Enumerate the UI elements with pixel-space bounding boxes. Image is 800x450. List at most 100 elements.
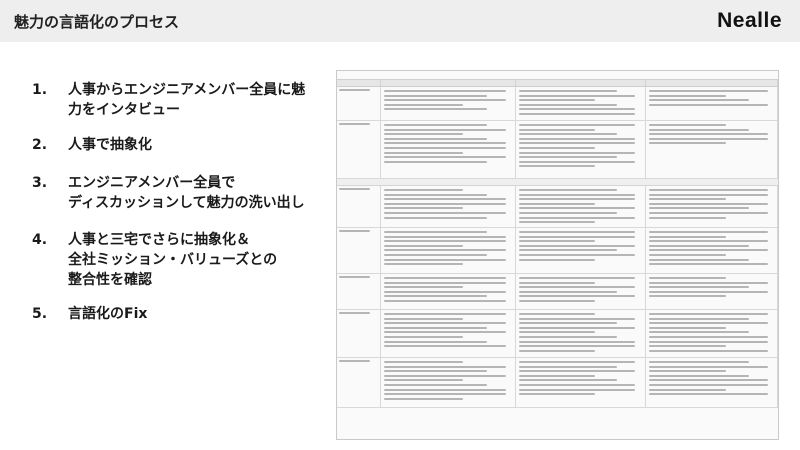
blurred-text-line xyxy=(648,142,727,145)
sheet-row xyxy=(337,310,778,358)
step-item: 2. 人事で抽象化 xyxy=(32,135,152,155)
blurred-text-line xyxy=(519,365,618,368)
sheet-cell xyxy=(516,121,646,178)
blurred-text-line xyxy=(648,258,749,261)
blurred-text-line xyxy=(648,281,768,284)
blurred-text-line xyxy=(648,198,727,201)
step-item: 3. エンジニアメンバー全員で ディスカッションして魅力の洗い出し xyxy=(32,173,305,213)
blurred-text-line xyxy=(519,277,636,279)
blurred-text-line xyxy=(383,160,487,163)
blurred-text-line xyxy=(519,137,636,140)
blurred-text-line xyxy=(648,322,768,325)
blurred-text-line xyxy=(383,299,506,302)
blurred-text-line xyxy=(383,151,464,154)
sheet-row xyxy=(337,358,778,408)
blurred-text-line xyxy=(648,393,768,396)
blurred-text-line xyxy=(648,103,768,106)
blurred-text-line xyxy=(519,207,636,210)
sheet-row xyxy=(337,121,778,179)
blurred-text-line xyxy=(519,133,618,136)
blurred-text-line xyxy=(519,211,618,214)
blurred-text-line xyxy=(519,388,636,391)
blurred-text-line xyxy=(519,90,618,92)
sheet-cell xyxy=(381,358,517,407)
blurred-text-line xyxy=(519,198,636,201)
sheet-cell xyxy=(646,310,778,357)
blurred-text-line xyxy=(519,286,636,289)
blurred-text-line xyxy=(519,335,618,338)
step-text: 人事からエンジニアメンバー全員に魅 力をインタビュー xyxy=(68,82,306,118)
sheet-cell xyxy=(381,310,517,357)
blurred-text-line xyxy=(383,388,506,391)
blurred-text-line xyxy=(519,249,618,252)
blurred-text-line xyxy=(383,137,487,140)
slide-header: 魅力の言語化のプロセス Nealle xyxy=(0,0,800,42)
blurred-text-line xyxy=(383,322,506,325)
blurred-text-line xyxy=(383,383,487,386)
blurred-text-line xyxy=(648,128,749,131)
blurred-text-line xyxy=(519,290,618,293)
blurred-text-line xyxy=(519,94,636,97)
blurred-text-line xyxy=(519,103,618,106)
blurred-text-line xyxy=(519,374,596,377)
sheet-row xyxy=(337,87,778,121)
brand-logo: Nealle xyxy=(717,9,782,32)
blurred-text-line xyxy=(519,370,636,373)
blurred-text-line xyxy=(648,361,749,363)
blurred-text-line xyxy=(519,156,618,159)
spreadsheet-screenshot xyxy=(336,70,779,440)
blurred-text-line xyxy=(648,263,768,266)
blurred-text-line xyxy=(383,142,506,145)
blurred-text-line xyxy=(519,193,636,196)
blurred-text-line xyxy=(383,361,464,363)
blurred-text-line xyxy=(383,231,487,233)
blurred-text-line xyxy=(519,99,596,102)
sheet-cell xyxy=(516,186,646,227)
blurred-text-line xyxy=(648,331,749,334)
blurred-text-line xyxy=(648,216,727,219)
blurred-text-line xyxy=(648,286,749,289)
blurred-text-line xyxy=(519,112,636,115)
blurred-text-line xyxy=(383,249,506,252)
blurred-text-line xyxy=(519,231,636,233)
sheet-cell xyxy=(646,121,778,178)
blurred-text-line xyxy=(519,361,636,363)
blurred-text-line xyxy=(519,160,636,163)
blurred-text-line xyxy=(383,90,506,92)
blurred-text-line xyxy=(519,128,596,131)
blurred-text-line xyxy=(383,317,464,320)
sheet-cell xyxy=(381,87,517,120)
blurred-text-line xyxy=(383,374,506,377)
blurred-text-line xyxy=(383,335,464,338)
blurred-text-line xyxy=(648,90,768,92)
step-text: エンジニアメンバー全員で ディスカッションして魅力の洗い出し xyxy=(68,175,305,211)
step-text: 人事で抽象化 xyxy=(68,137,152,153)
sheet-row-label xyxy=(337,310,381,357)
blurred-text-line xyxy=(383,211,506,214)
blurred-text-line xyxy=(519,299,596,302)
blurred-text-line xyxy=(383,290,506,293)
blurred-text-line xyxy=(519,295,636,298)
blurred-text-line xyxy=(383,128,506,131)
sheet-header-cell xyxy=(516,80,646,86)
sheet-row xyxy=(337,228,778,274)
blurred-text-line xyxy=(519,281,596,284)
slide-title: 魅力の言語化のプロセス xyxy=(14,12,180,31)
blurred-text-line xyxy=(383,244,464,247)
blurred-text-line xyxy=(383,216,487,219)
blurred-text-line xyxy=(383,397,464,400)
step-number: 5. xyxy=(32,306,48,322)
blurred-text-line xyxy=(519,221,596,224)
blurred-text-line xyxy=(648,94,727,97)
blurred-text-line xyxy=(383,198,506,201)
sheet-header-cell xyxy=(381,80,517,86)
blurred-text-line xyxy=(383,345,506,348)
blurred-text-line xyxy=(383,146,506,149)
blurred-text-line xyxy=(383,193,487,196)
blurred-text-line xyxy=(383,258,506,261)
blurred-text-line xyxy=(383,240,506,243)
sheet-row-label xyxy=(337,228,381,273)
blurred-text-line xyxy=(519,393,596,396)
blurred-text-line xyxy=(383,379,464,382)
sheet-caption xyxy=(337,71,778,79)
